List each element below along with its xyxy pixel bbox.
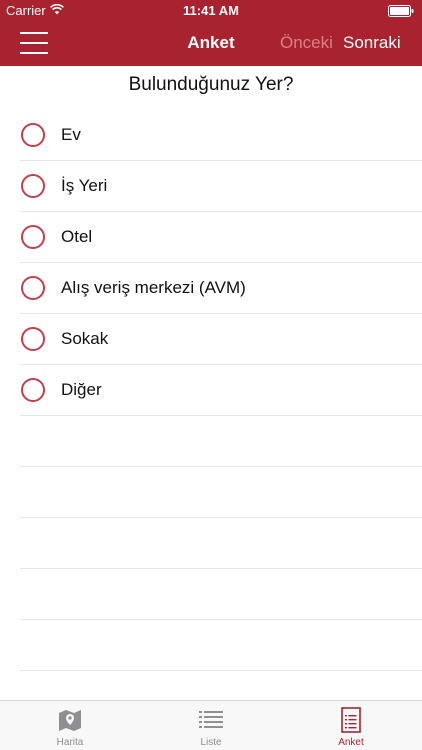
navigation-bar: Anket Önceki Sonraki bbox=[0, 22, 422, 66]
survey-question: Bulunduğunuz Yer? bbox=[128, 74, 294, 95]
option-diger[interactable]: Diğer bbox=[0, 365, 422, 416]
radio-button[interactable] bbox=[21, 174, 45, 198]
status-bar: Carrier 11:41 AM bbox=[0, 0, 422, 22]
tab-harita[interactable]: Harita bbox=[0, 701, 140, 750]
list-icon bbox=[199, 711, 223, 728]
option-label: Diğer bbox=[61, 380, 102, 399]
answer-options-list: Ev İş Yeri Otel Alış veriş merkezi (AVM)… bbox=[0, 110, 422, 416]
option-label: Alış veriş merkezi (AVM) bbox=[61, 278, 246, 297]
option-sokak[interactable]: Sokak bbox=[0, 314, 422, 365]
option-avm[interactable]: Alış veriş merkezi (AVM) bbox=[0, 263, 422, 314]
option-ev[interactable]: Ev bbox=[0, 110, 422, 161]
option-label: Ev bbox=[61, 125, 81, 144]
radio-button[interactable] bbox=[21, 123, 45, 147]
radio-button[interactable] bbox=[21, 276, 45, 300]
option-is-yeri[interactable]: İş Yeri bbox=[0, 161, 422, 212]
empty-rows bbox=[0, 416, 422, 671]
option-label: Otel bbox=[61, 227, 93, 246]
empty-row bbox=[0, 569, 422, 620]
radio-button[interactable] bbox=[21, 378, 45, 402]
map-icon bbox=[59, 710, 81, 731]
header: Carrier 11:41 AM Anket Önceki Sonraki bbox=[0, 0, 422, 66]
radio-button[interactable] bbox=[21, 225, 45, 249]
tab-anket[interactable]: Anket bbox=[281, 701, 421, 750]
previous-button[interactable]: Önceki bbox=[280, 33, 333, 53]
tab-bar: Harita Liste Anket bbox=[0, 700, 422, 750]
survey-icon bbox=[341, 707, 361, 733]
option-label: İş Yeri bbox=[61, 176, 108, 195]
radio-button[interactable] bbox=[21, 327, 45, 351]
tab-label: Liste bbox=[200, 737, 222, 748]
option-otel[interactable]: Otel bbox=[0, 212, 422, 263]
empty-row bbox=[0, 620, 422, 671]
next-button[interactable]: Sonraki bbox=[343, 33, 401, 53]
tab-liste[interactable]: Liste bbox=[141, 701, 281, 750]
battery-icon bbox=[388, 5, 414, 17]
hamburger-menu-icon[interactable] bbox=[20, 32, 48, 54]
empty-row bbox=[0, 467, 422, 518]
tab-label: Anket bbox=[338, 737, 364, 748]
tab-label: Harita bbox=[56, 737, 84, 748]
option-label: Sokak bbox=[61, 329, 109, 348]
empty-row bbox=[0, 416, 422, 467]
status-time: 11:41 AM bbox=[183, 3, 239, 18]
empty-row bbox=[0, 518, 422, 569]
